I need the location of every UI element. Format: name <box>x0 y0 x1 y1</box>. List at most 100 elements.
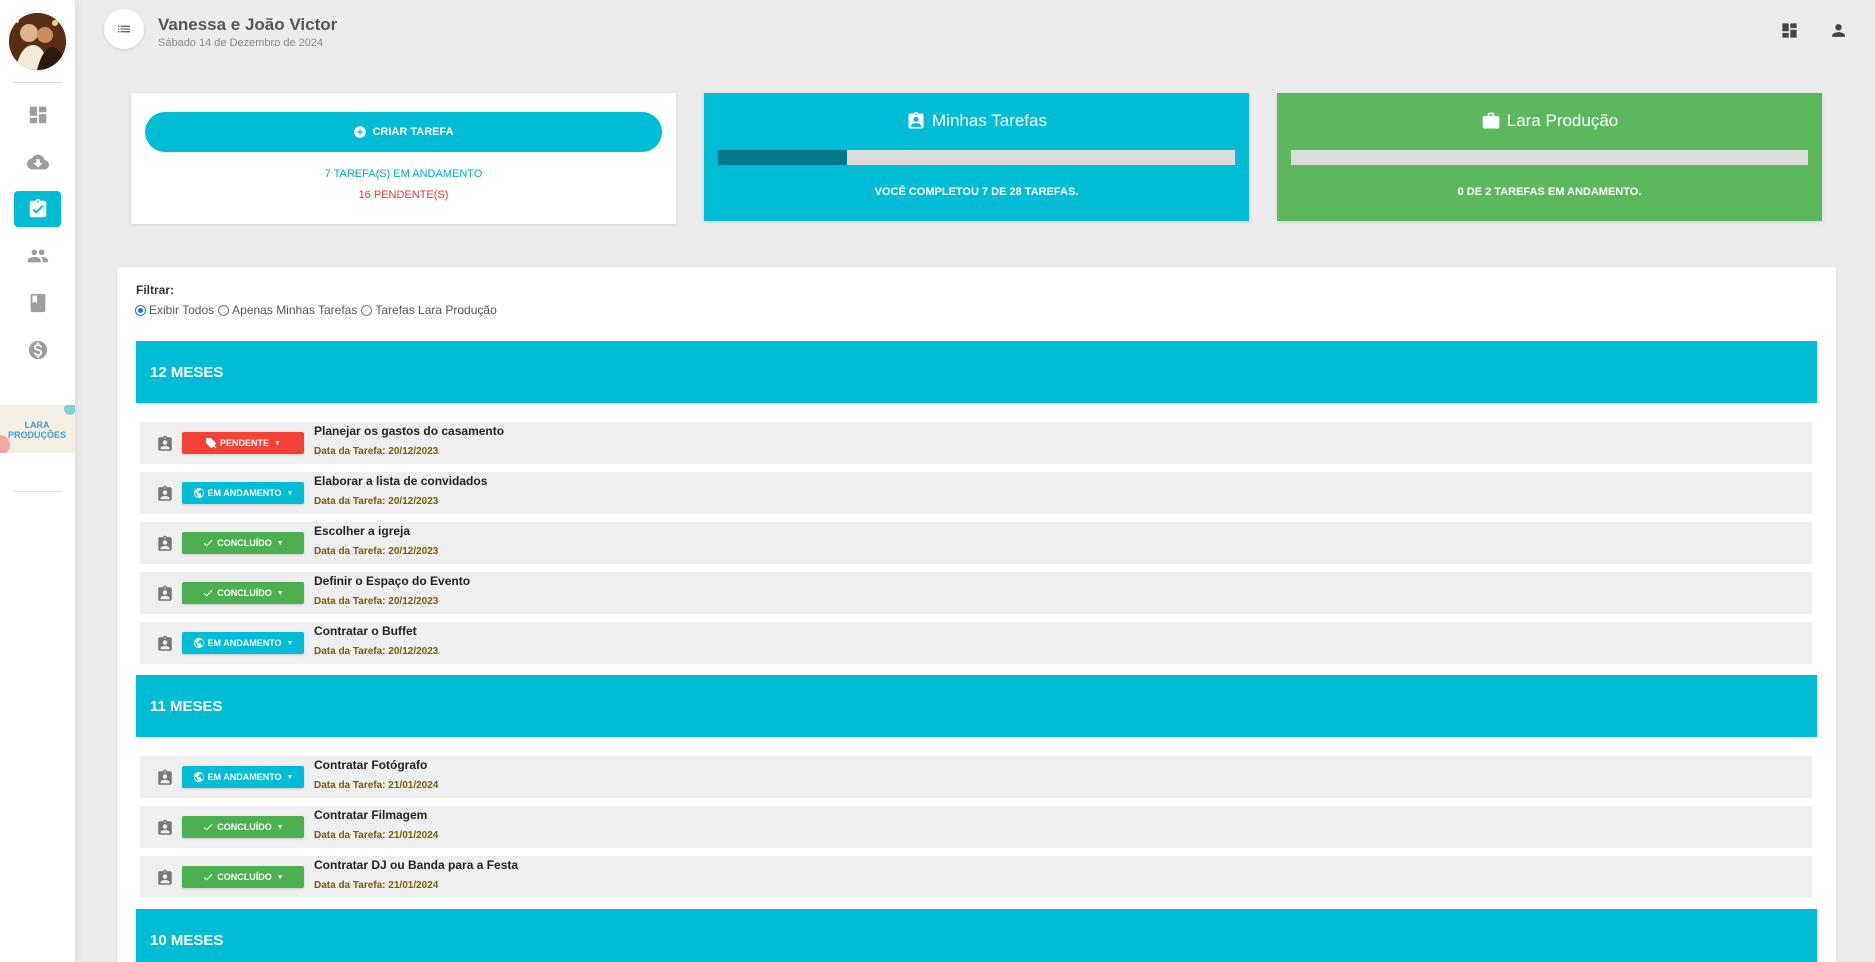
task-date-value: 21/01/2024 <box>388 830 439 841</box>
my-tasks-summary: VOCÊ COMPLETOU 7 DE 28 TAREFAS. <box>874 186 1079 198</box>
task-name[interactable]: Planejar os gastos do casamento <box>314 424 504 438</box>
globe-icon <box>193 487 205 499</box>
task-name[interactable]: Elaborar a lista de convidados <box>314 474 487 488</box>
svg-text:LARA: LARA <box>25 420 50 430</box>
lara-production-summary: 0 DE 2 TAREFAS EM ANDAMENTO. <box>1457 186 1642 198</box>
caret-down-icon: ▼ <box>286 639 294 647</box>
sidebar-item-book[interactable] <box>14 285 61 321</box>
sidebar-item-guests[interactable] <box>14 238 61 274</box>
avatar[interactable] <box>9 13 66 70</box>
filter-lara-tasks[interactable]: Tarefas Lara Produção <box>361 303 497 317</box>
sidebar: LARA PRODUÇÕES <box>0 0 75 962</box>
assignee-icon[interactable] <box>156 635 174 653</box>
svg-text:PRODUÇÕES: PRODUÇÕES <box>8 430 66 440</box>
assignee-icon[interactable] <box>156 819 174 837</box>
filter-radio[interactable] <box>361 304 373 316</box>
task-row: EM ANDAMENTO ▼ Elaborar a lista de convida… <box>140 472 1812 514</box>
status-dropdown[interactable]: EM ANDAMENTO ▼ <box>182 766 304 788</box>
task-date-value: 20/12/2023 <box>388 546 439 557</box>
task-name[interactable]: Definir o Espaço do Evento <box>314 574 470 588</box>
task-date: Data da Tarefa: 20/12/2023 <box>314 646 438 657</box>
sidebar-item-dashboard[interactable] <box>14 97 61 133</box>
task-date: Data da Tarefa: 21/01/2024 <box>314 830 438 841</box>
lara-production-card[interactable]: Lara Produção 0 DE 2 TAREFAS EM ANDAMENT… <box>1277 93 1822 221</box>
pending-count[interactable]: 16 PENDENTE(S) <box>131 189 676 201</box>
caret-down-icon: ▼ <box>276 589 284 597</box>
task-check-icon <box>29 198 46 218</box>
check-icon <box>202 871 214 883</box>
caret-down-icon: ▼ <box>276 539 284 547</box>
task-date-prefix: Data da Tarefa: <box>314 880 386 891</box>
task-date-prefix: Data da Tarefa: <box>314 596 386 607</box>
assignee-icon[interactable] <box>156 585 174 603</box>
task-date: Data da Tarefa: 20/12/2023 <box>314 496 438 507</box>
status-label: EM ANDAMENTO <box>207 772 282 782</box>
group-header: 10 MESES <box>136 909 1817 962</box>
status-label: EM ANDAMENTO <box>207 638 282 648</box>
sidebar-item-finance[interactable] <box>14 332 61 368</box>
assignee-icon[interactable] <box>156 485 174 503</box>
caret-down-icon: ▼ <box>274 439 281 447</box>
status-dropdown[interactable]: CONCLUÍDO ▼ <box>182 816 304 838</box>
user-profile-button[interactable] <box>1827 19 1849 41</box>
assignee-icon[interactable] <box>156 769 174 787</box>
create-task-card: CRIAR TAREFA 7 TAREFA(S) EM ANDAMENTO 16… <box>131 93 676 224</box>
my-tasks-card[interactable]: Minhas Tarefas VOCÊ COMPLETOU 7 DE 28 TA… <box>704 93 1249 221</box>
lara-production-progress-bar <box>1291 150 1808 165</box>
assignment-ind-icon <box>908 111 924 129</box>
task-date: Data da Tarefa: 20/12/2023 <box>314 546 438 557</box>
filter-radio[interactable] <box>218 304 230 316</box>
dollar-icon <box>28 340 47 360</box>
task-name[interactable]: Contratar Filmagem <box>314 808 427 822</box>
task-row: EM ANDAMENTO ▼ Contratar Fotógrafo Data da … <box>140 756 1812 798</box>
tasks-panel: Filtrar: Exibir Todos Apenas Minhas Tare… <box>117 267 1836 962</box>
status-label: PENDENTE <box>220 438 270 448</box>
status-dropdown[interactable]: PENDENTE ▼ <box>182 432 304 454</box>
lara-production-title: Lara Produção <box>1277 111 1822 131</box>
task-name[interactable]: Contratar Fotógrafo <box>314 758 427 772</box>
task-date: Data da Tarefa: 20/12/2023 <box>314 596 438 607</box>
task-date-value: 21/01/2024 <box>388 880 439 891</box>
check-icon <box>202 821 214 833</box>
status-dropdown[interactable]: CONCLUÍDO ▼ <box>182 532 304 554</box>
filter-my-tasks[interactable]: Apenas Minhas Tarefas <box>218 303 357 317</box>
task-date-value: 21/01/2024 <box>388 780 439 791</box>
task-name[interactable]: Escolher a igreja <box>314 524 410 538</box>
page-date: Sábado 14 de Dezembro de 2024 <box>158 37 324 49</box>
status-label: CONCLUÍDO <box>217 822 272 832</box>
sidebar-item-downloads[interactable] <box>14 144 61 180</box>
task-row: CONCLUÍDO ▼ Escolher a igreja Data da Taref… <box>140 522 1812 564</box>
create-task-button[interactable]: CRIAR TAREFA <box>145 112 662 152</box>
filter-radio[interactable] <box>135 304 146 316</box>
sidebar-item-tasks[interactable] <box>14 191 61 227</box>
layout-grid-button[interactable] <box>1778 19 1800 41</box>
task-date-value: 20/12/2023 <box>388 596 439 607</box>
caret-down-icon: ▼ <box>286 489 294 497</box>
task-date: Data da Tarefa: 21/01/2024 <box>314 880 438 891</box>
dashboard-icon <box>1781 22 1797 38</box>
create-task-label: CRIAR TAREFA <box>372 126 454 138</box>
status-dropdown[interactable]: EM ANDAMENTO ▼ <box>182 632 304 654</box>
globe-icon <box>193 637 205 649</box>
menu-toggle-button[interactable] <box>104 9 144 49</box>
task-date-prefix: Data da Tarefa: <box>314 830 386 841</box>
assignee-icon[interactable] <box>156 869 174 887</box>
status-dropdown[interactable]: CONCLUÍDO ▼ <box>182 866 304 888</box>
my-tasks-title: Minhas Tarefas <box>704 111 1249 131</box>
person-icon <box>1831 23 1845 37</box>
pending-tag-icon <box>205 437 217 449</box>
status-dropdown[interactable]: CONCLUÍDO ▼ <box>182 582 304 604</box>
group-header: 11 MESES <box>136 675 1817 737</box>
task-date-prefix: Data da Tarefa: <box>314 446 386 457</box>
status-dropdown[interactable]: EM ANDAMENTO ▼ <box>182 482 304 504</box>
task-name[interactable]: Contratar o Buffet <box>314 624 417 638</box>
task-date: Data da Tarefa: 21/01/2024 <box>314 780 438 791</box>
task-name[interactable]: Contratar DJ ou Banda para a Festa <box>314 858 518 872</box>
my-tasks-progress-fill <box>718 150 848 165</box>
filter-show-all[interactable]: Exibir Todos <box>135 303 214 317</box>
in-progress-count[interactable]: 7 TAREFA(S) EM ANDAMENTO <box>131 168 676 180</box>
people-icon <box>27 249 48 263</box>
assignee-icon[interactable] <box>156 535 174 553</box>
assignee-icon[interactable] <box>156 435 174 453</box>
lara-producoes-logo[interactable]: LARA PRODUÇÕES <box>0 405 75 453</box>
